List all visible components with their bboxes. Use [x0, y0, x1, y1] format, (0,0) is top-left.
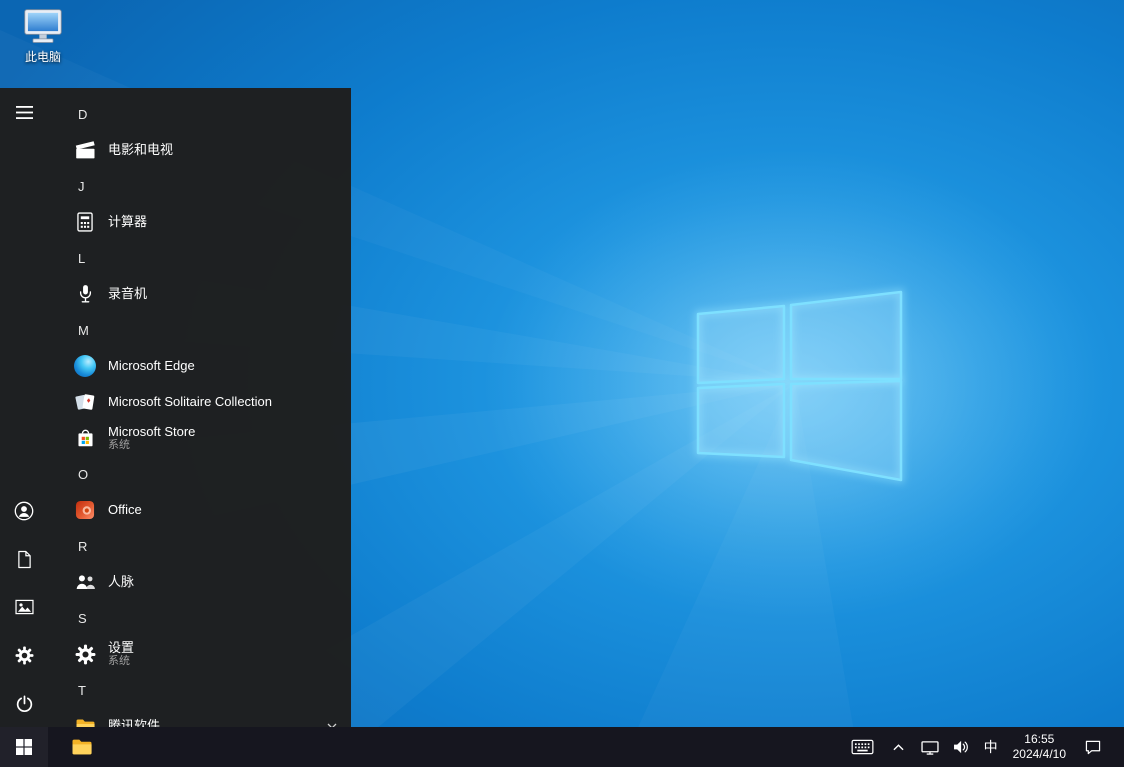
folder-icon	[71, 738, 93, 756]
store-icon	[72, 425, 98, 451]
desktop-icon-label: 此电脑	[25, 48, 61, 65]
app-sublabel: 系统	[108, 655, 134, 668]
power-icon	[15, 694, 34, 713]
chevron-up-icon	[893, 744, 904, 751]
app-label: 设置	[108, 641, 134, 655]
app-microsoft-edge[interactable]: Microsoft Edge	[48, 348, 351, 384]
section-letter: M	[78, 323, 89, 338]
movies-tv-icon	[72, 137, 98, 163]
section-letter: J	[78, 179, 85, 194]
calculator-icon	[72, 209, 98, 235]
expand-menu-button[interactable]	[0, 88, 48, 136]
volume-button[interactable]	[946, 727, 977, 767]
start-menu-app-list: D 电影和电视 J	[48, 88, 351, 727]
start-button[interactable]	[0, 727, 48, 767]
app-label: Microsoft Solitaire Collection	[108, 395, 272, 409]
settings-button[interactable]	[0, 631, 48, 679]
section-letter: D	[78, 107, 87, 122]
action-center-icon	[1085, 740, 1101, 755]
volume-icon	[953, 740, 970, 754]
app-solitaire-collection[interactable]: Microsoft Solitaire Collection	[48, 384, 351, 420]
section-header-D[interactable]: D	[48, 96, 351, 132]
rail-bottom-group	[0, 487, 48, 727]
app-label: 计算器	[108, 215, 147, 229]
app-microsoft-store[interactable]: Microsoft Store 系统	[48, 420, 351, 456]
office-icon	[72, 497, 98, 523]
file-explorer-button[interactable]	[58, 727, 106, 767]
section-header-O[interactable]: O	[48, 456, 351, 492]
account-icon	[14, 501, 34, 521]
app-label: 电影和电视	[108, 143, 173, 157]
clock-date: 2024/4/10	[1013, 747, 1066, 762]
section-header-J[interactable]: J	[48, 168, 351, 204]
folder-icon	[72, 713, 98, 727]
section-header-M[interactable]: M	[48, 312, 351, 348]
app-people[interactable]: 人脉	[48, 564, 351, 600]
documents-button[interactable]	[0, 535, 48, 583]
section-letter: T	[78, 683, 86, 698]
app-office[interactable]: Office	[48, 492, 351, 528]
app-voice-recorder[interactable]: 录音机	[48, 276, 351, 312]
app-label: 录音机	[108, 287, 147, 301]
app-settings[interactable]: 设置 系统	[48, 636, 351, 672]
section-header-S[interactable]: S	[48, 600, 351, 636]
app-label: Office	[108, 503, 142, 517]
clock[interactable]: 16:55 2024/4/10	[1005, 727, 1074, 767]
section-letter: S	[78, 611, 87, 626]
ime-label: 中	[984, 737, 998, 757]
app-sublabel: 系统	[108, 439, 195, 452]
account-button[interactable]	[0, 487, 48, 535]
app-group-tencent[interactable]: 腾讯软件	[48, 708, 351, 727]
app-movies-tv[interactable]: 电影和电视	[48, 132, 351, 168]
section-letter: O	[78, 467, 88, 482]
gear-icon	[72, 641, 98, 667]
section-header-R[interactable]: R	[48, 528, 351, 564]
system-tray: 中 16:55 2024/4/10	[842, 727, 1124, 767]
section-header-L[interactable]: L	[48, 240, 351, 276]
computer-monitor-icon	[22, 7, 64, 47]
section-letter: L	[78, 251, 85, 266]
gear-icon	[15, 646, 34, 665]
power-button[interactable]	[0, 679, 48, 727]
section-letter: R	[78, 539, 87, 554]
app-label: Microsoft Store	[108, 425, 195, 439]
section-header-T[interactable]: T	[48, 672, 351, 708]
start-menu-rail	[0, 88, 48, 727]
clock-time: 16:55	[1024, 732, 1054, 747]
solitaire-icon	[72, 389, 98, 415]
pictures-button[interactable]	[0, 583, 48, 631]
taskbar: 中 16:55 2024/4/10	[0, 727, 1124, 767]
touch-keyboard-icon	[851, 739, 874, 755]
network-icon	[921, 740, 939, 755]
ime-indicator[interactable]: 中	[977, 727, 1005, 767]
pictures-icon	[15, 599, 34, 615]
voice-recorder-icon	[72, 281, 98, 307]
people-icon	[72, 569, 98, 595]
action-center-button[interactable]	[1074, 727, 1112, 767]
app-label: 腾讯软件	[108, 719, 160, 727]
windows-logo-icon	[16, 739, 32, 755]
app-label: Microsoft Edge	[108, 359, 195, 373]
network-button[interactable]	[914, 727, 946, 767]
start-menu: D 电影和电视 J	[0, 88, 351, 727]
document-icon	[17, 550, 32, 569]
edge-icon	[72, 353, 98, 379]
touch-keyboard-button[interactable]	[842, 727, 883, 767]
desktop-icon-this-pc[interactable]: 此电脑	[12, 7, 74, 65]
show-hidden-icons-button[interactable]	[883, 727, 914, 767]
hamburger-icon	[16, 106, 33, 119]
app-calculator[interactable]: 计算器	[48, 204, 351, 240]
app-label: 人脉	[108, 575, 134, 589]
